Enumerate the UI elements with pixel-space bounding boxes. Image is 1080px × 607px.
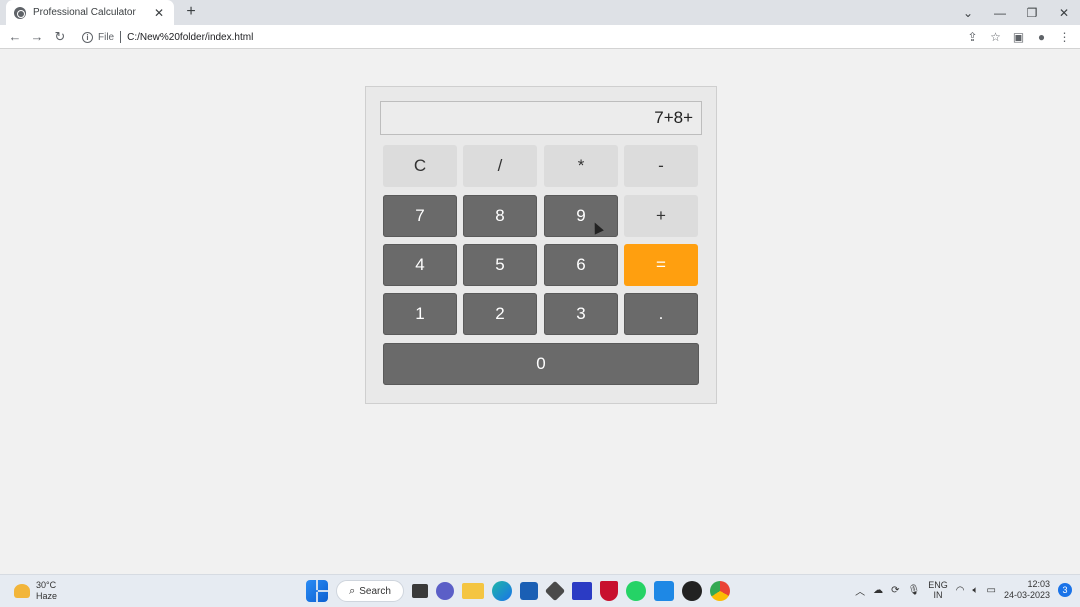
- system-tray: ︿ ☁ ⟳ 🎙︎ ENG IN ◠ 🔈︎ ▭ 12:03 24-03-2023 …: [855, 579, 1072, 601]
- scheme-label: File: [98, 31, 115, 43]
- wifi-icon[interactable]: ◠: [956, 585, 965, 596]
- app-cube-icon[interactable]: [544, 580, 566, 602]
- url-separator: [120, 31, 122, 43]
- microphone-icon[interactable]: 🎙︎: [908, 585, 921, 596]
- side-panel-icon[interactable]: ▣: [1007, 30, 1030, 44]
- app-circle-icon[interactable]: [682, 581, 702, 601]
- add-button[interactable]: +: [624, 195, 698, 237]
- tab-title: Professional Calculator: [33, 7, 136, 18]
- taskbar: 30°C Haze ⌕ Search ︿ ☁ ⟳ 🎙︎ ENG IN ◠ 🔈︎: [0, 574, 1080, 607]
- vscode-icon[interactable]: [654, 581, 674, 601]
- browser-toolbar: ← → ↻ i File C:/New%20folder/index.html …: [0, 25, 1080, 49]
- edge-browser-icon[interactable]: [492, 581, 512, 601]
- tray-chevron-icon[interactable]: ︿: [855, 583, 865, 598]
- menu-kebab-icon[interactable]: ⋮: [1053, 30, 1076, 44]
- mcafee-shield-icon[interactable]: [600, 581, 618, 601]
- forward-arrow-icon[interactable]: →: [28, 28, 46, 46]
- pen-app-icon[interactable]: [572, 582, 592, 600]
- battery-icon[interactable]: ▭: [987, 585, 996, 596]
- taskbar-apps: ⌕ Search: [306, 580, 730, 602]
- divide-button[interactable]: /: [463, 145, 537, 187]
- clock-date: 24-03-2023: [1003, 590, 1050, 600]
- notification-badge[interactable]: 3: [1058, 583, 1072, 597]
- weather-widget[interactable]: 30°C Haze: [14, 580, 57, 602]
- digit-6-button[interactable]: 6: [544, 244, 618, 286]
- toolbar-actions: ⇪ ☆ ▣ ● ⋮: [961, 28, 1076, 46]
- back-arrow-icon[interactable]: ←: [6, 28, 24, 46]
- digit-1-button[interactable]: 1: [383, 293, 457, 335]
- close-window-icon[interactable]: ✕: [1048, 6, 1080, 20]
- digit-3-button[interactable]: 3: [544, 293, 618, 335]
- browser-tab[interactable]: Professional Calculator ✕: [6, 0, 174, 25]
- globe-icon: [14, 6, 26, 19]
- clear-button[interactable]: C: [383, 145, 457, 187]
- digit-0-button[interactable]: 0: [383, 343, 699, 385]
- decimal-button[interactable]: .: [624, 293, 698, 335]
- language-indicator[interactable]: ENG IN: [928, 580, 948, 600]
- subtract-button[interactable]: -: [624, 145, 698, 187]
- whatsapp-icon[interactable]: [626, 581, 646, 601]
- digit-8-button[interactable]: 8: [463, 195, 537, 237]
- file-explorer-icon[interactable]: [462, 583, 484, 599]
- calculator-display: 7+8+: [380, 101, 702, 135]
- chrome-icon[interactable]: [710, 581, 730, 601]
- digit-4-button[interactable]: 4: [383, 244, 457, 286]
- weather-temperature: 30°C: [36, 580, 57, 590]
- bookmark-star-icon[interactable]: ☆: [984, 30, 1007, 44]
- windows-start-icon[interactable]: [306, 580, 328, 602]
- teams-chat-icon[interactable]: [436, 582, 454, 600]
- store-icon[interactable]: [520, 582, 538, 600]
- address-bar[interactable]: i File C:/New%20folder/index.html: [76, 27, 1006, 47]
- digit-2-button[interactable]: 2: [463, 293, 537, 335]
- multiply-button[interactable]: *: [544, 145, 618, 187]
- profile-avatar-icon[interactable]: ●: [1030, 30, 1053, 44]
- search-icon: ⌕: [349, 584, 356, 597]
- close-tab-icon[interactable]: ✕: [152, 6, 166, 20]
- clock-time: 12:03: [1027, 579, 1050, 589]
- tab-search-chevron-icon[interactable]: ⌄: [952, 6, 984, 20]
- search-label: Search: [359, 585, 391, 597]
- browser-tab-strip: Professional Calculator ✕ + ⌄ — ❐ ✕: [0, 0, 1080, 25]
- minimize-icon[interactable]: —: [984, 6, 1016, 20]
- onedrive-cloud-icon[interactable]: ☁: [873, 585, 883, 596]
- url-text[interactable]: C:/New%20folder/index.html: [127, 32, 253, 43]
- calculator: 7+8+ C / * - 7 8 9 + 4 5 6 = 1 2 3 . 0: [365, 86, 717, 404]
- volume-icon[interactable]: 🔈︎: [973, 585, 979, 596]
- task-view-icon[interactable]: [412, 584, 428, 598]
- haze-weather-icon: [14, 584, 30, 598]
- clock[interactable]: 12:03 24-03-2023: [1004, 579, 1050, 601]
- digit-7-button[interactable]: 7: [383, 195, 457, 237]
- taskbar-search-button[interactable]: ⌕ Search: [336, 580, 404, 602]
- reload-icon[interactable]: ↻: [51, 28, 69, 46]
- window-controls: ⌄ — ❐ ✕: [952, 0, 1080, 25]
- digit-5-button[interactable]: 5: [463, 244, 537, 286]
- digit-9-button[interactable]: 9: [544, 195, 618, 237]
- equals-button[interactable]: =: [624, 244, 698, 286]
- weather-description: Haze: [36, 591, 58, 601]
- sync-icon[interactable]: ⟳: [891, 585, 899, 596]
- new-tab-button[interactable]: +: [182, 3, 200, 21]
- restore-icon[interactable]: ❐: [1016, 6, 1048, 20]
- share-icon[interactable]: ⇪: [961, 30, 984, 44]
- info-icon[interactable]: i: [82, 31, 93, 43]
